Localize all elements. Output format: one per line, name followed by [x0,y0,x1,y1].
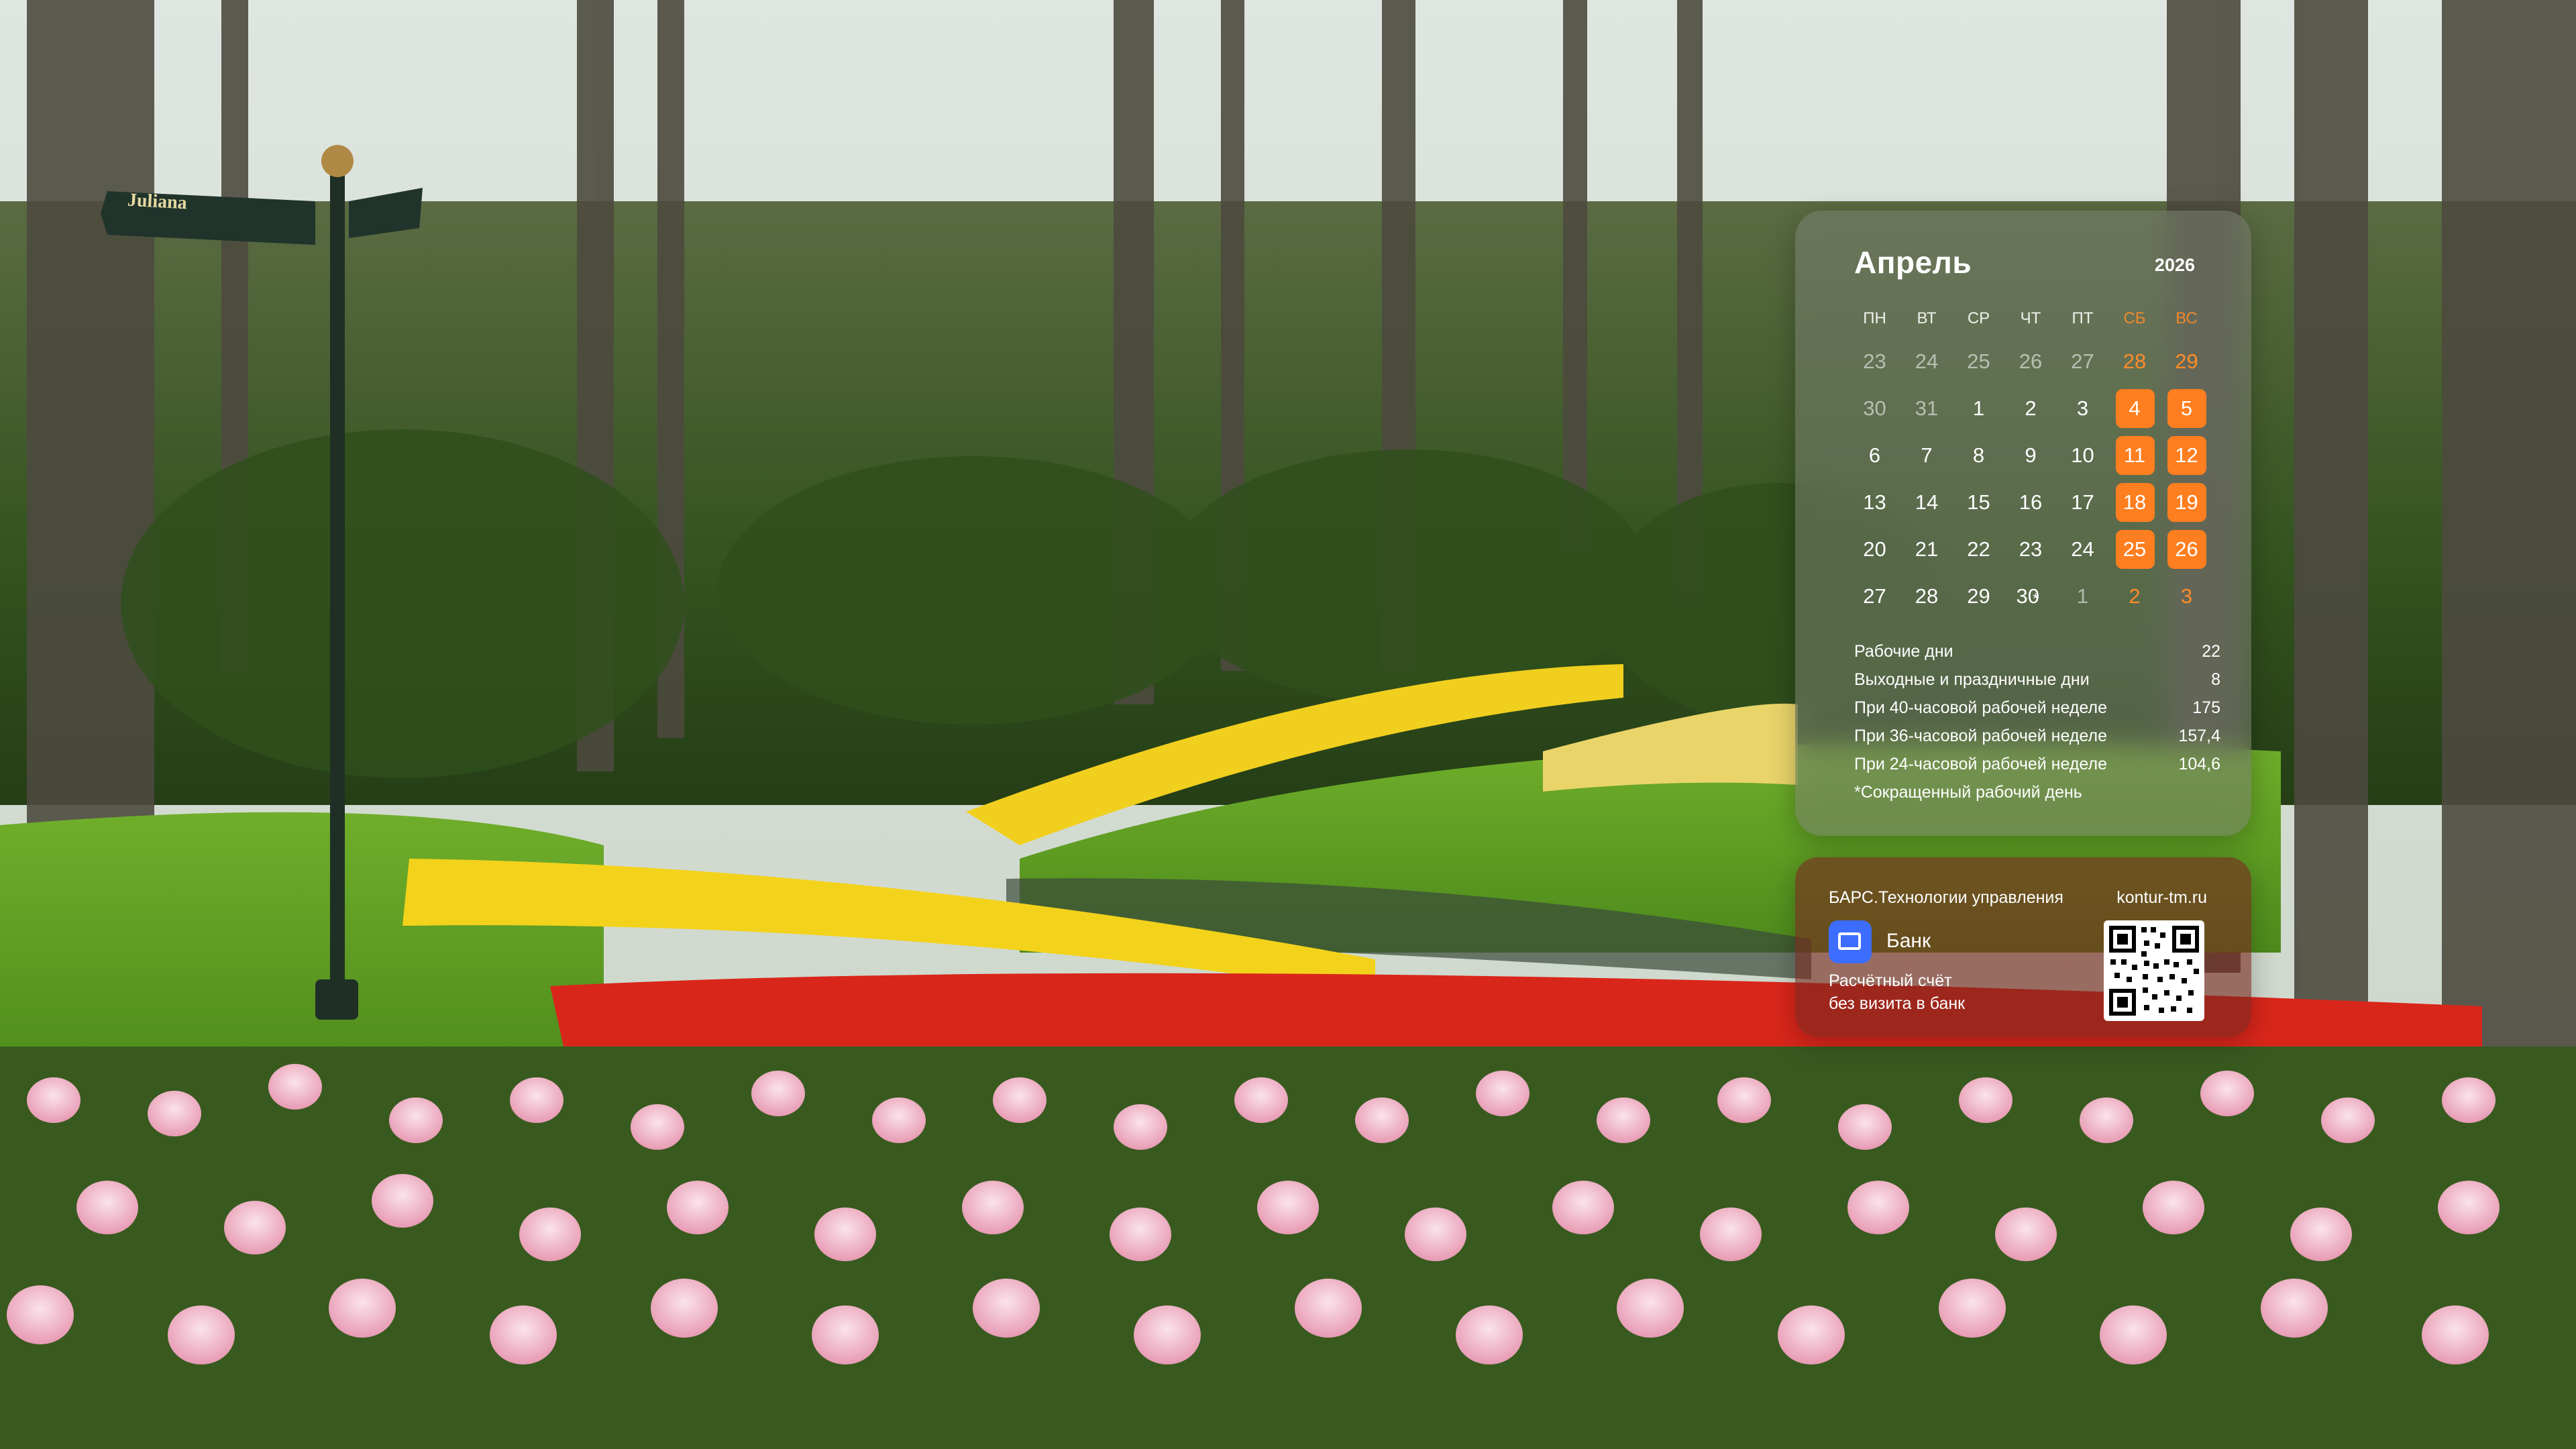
calendar-day: 7 [1921,443,1933,467]
calendar-day: 14 [1915,490,1939,514]
calendar-day: 16 [2019,490,2043,514]
calendar-grid: ПН ВТ СР ЧТ ПТ СБ ВС 23 24 25 26 27 28 2… [1849,299,2231,620]
calendar-week: 13 14 15 16 17 18 19 [1849,479,2231,526]
bank-ad-widget[interactable]: БАРС.Технологии управления kontur-tm.ru … [1795,857,2251,1037]
calendar-day: 30 [1863,396,1886,420]
stat-value: 8 [2211,669,2220,689]
calendar-day: 2 [2025,396,2037,420]
weekday-label: ВС [2176,309,2198,327]
calendar-stats: Рабочие дни 22 Выходные и праздничные дн… [1854,637,2220,806]
calendar-day: 31 [1915,396,1939,420]
stat-value: 157,4 [2178,726,2220,745]
calendar-day: 28 [2123,350,2147,373]
calendar-day: 27 [1863,584,1886,608]
calendar-day-weekend: 11 [2109,436,2161,475]
website-link[interactable]: kontur-tm.ru [2116,888,2207,908]
calendar-day: 27 [2071,350,2094,373]
weekday-label: ПН [1863,309,1886,327]
calendar-day: 28 [1915,584,1939,608]
calendar-week: 27 28 29 30 * 1 2 3 [1849,573,2231,620]
weekday-label: ВТ [1917,309,1937,327]
calendar-day: 9 [2025,443,2037,467]
bank-title: Банк [1886,930,1931,952]
calendar-widget: Апрель 2026 ПН ВТ СР ЧТ ПТ СБ ВС 23 24 2… [1795,211,2251,836]
calendar-day: 8 [1972,443,1985,467]
calendar-day: 17 [2071,490,2094,514]
qr-code-icon[interactable] [2104,920,2204,1021]
calendar-day: 24 [1915,350,1939,373]
calendar-week: 20 21 22 23 24 25 26 [1849,526,2231,573]
calendar-day-weekend: 18 [2109,483,2161,522]
stat-label: При 36-часовой рабочей неделе [1854,726,2107,745]
short-day-note: *Сокращенный рабочий день [1854,782,2082,802]
calendar-week: 6 7 8 9 10 11 12 [1849,432,2231,479]
calendar-day: 23 [2019,537,2043,561]
calendar-day: 20 [1863,537,1886,561]
calendar-day: 6 [1868,443,1881,467]
calendar-month: Апрель [1854,245,1972,280]
signpost-text: Juliana [127,189,188,214]
weekday-label: ЧТ [2020,309,2041,327]
calendar-day: 21 [1915,537,1939,561]
bank-tagline: Расчётный счёт [1829,971,1952,990]
calendar-week: 23 24 25 26 27 28 29 [1849,338,2231,385]
calendar-day-weekend: 12 [2161,436,2212,475]
calendar-day-short: 30 * [2016,584,2039,608]
stat-label: Рабочие дни [1854,641,1953,661]
calendar-year: 2026 [2154,255,2195,275]
calendar-day: 29 [2175,350,2198,373]
calendar-week: 30 31 1 2 3 4 5 [1849,385,2231,432]
calendar-day: 10 [2071,443,2094,467]
weekday-label: СБ [2123,309,2146,327]
weekday-label: СР [1967,309,1990,327]
calendar-day: 24 [2071,537,2094,561]
calendar-day: 25 [1967,350,1990,373]
calendar-day: 3 [2076,396,2089,420]
calendar-day: 15 [1967,490,1990,514]
calendar-day: 26 [2019,350,2043,373]
calendar-day-weekend: 25 [2109,530,2161,569]
stat-value: 104,6 [2178,754,2220,773]
short-day-marker: * [2032,590,2039,607]
stat-row: При 24-часовой рабочей неделе 104,6 [1854,750,2220,778]
calendar-day: 29 [1967,584,1990,608]
calendar-day-weekend: 19 [2161,483,2212,522]
calendar-day: 23 [1863,350,1886,373]
calendar-day-weekend: 4 [2109,389,2161,428]
calendar-day-weekend: 26 [2161,530,2212,569]
calendar-day: 1 [1972,396,1985,420]
stat-value: 175 [2192,698,2220,717]
weekday-label: ПТ [2072,309,2094,327]
company-name: БАРС.Технологии управления [1829,888,2063,907]
calendar-day: 2 [2129,584,2141,608]
card-icon [1829,920,1872,963]
calendar-day: 3 [2180,584,2193,608]
calendar-day: 22 [1967,537,1990,561]
stat-label: При 40-часовой рабочей неделе [1854,698,2107,717]
stat-label: Выходные и праздничные дни [1854,669,2090,689]
calendar-day: 13 [1863,490,1886,514]
calendar-day: 1 [2076,584,2089,608]
stat-row: При 40-часовой рабочей неделе 175 [1854,694,2220,722]
stat-label: При 24-часовой рабочей неделе [1854,754,2107,773]
stat-row: Рабочие дни 22 [1854,637,2220,665]
calendar-day-weekend: 5 [2161,389,2212,428]
weekday-header: ПН ВТ СР ЧТ ПТ СБ ВС [1849,299,2231,338]
bank-tagline: без визита в банк [1829,994,1966,1013]
stat-row: При 36-часовой рабочей неделе 157,4 [1854,722,2220,750]
stat-value: 22 [2202,641,2220,661]
stat-row: Выходные и праздничные дни 8 [1854,665,2220,694]
